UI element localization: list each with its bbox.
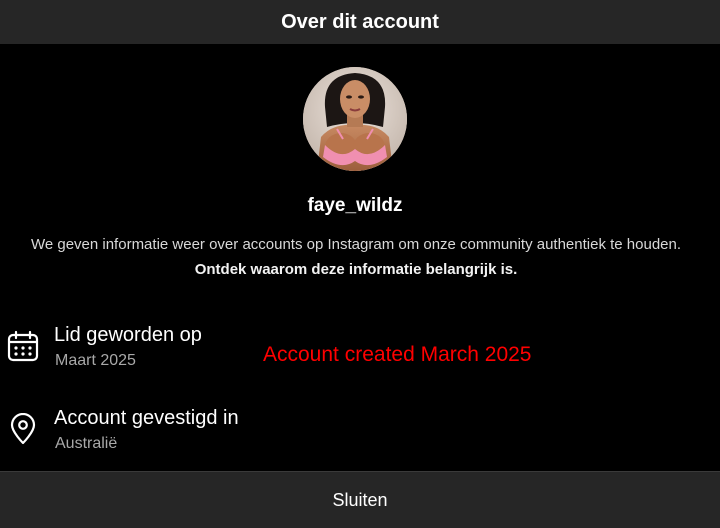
location-title: Account gevestigd in [54, 407, 239, 429]
location-value: Australië [55, 435, 118, 452]
info-text: We geven informatie weer over accounts o… [28, 232, 684, 282]
info-description: We geven informatie weer over accounts o… [30, 236, 682, 253]
close-button[interactable]: Sluiten [0, 471, 720, 528]
location-row: Account gevestigd in Australië [0, 405, 720, 465]
dialog-title: Over dit account [281, 10, 439, 33]
joined-title: Lid geworden op [54, 324, 202, 346]
location-pin-icon [7, 412, 39, 445]
username: faye_wildz [307, 195, 403, 216]
avatar [303, 67, 407, 171]
learn-more-link[interactable]: Ontdek waarom deze informatie belangrijk… [195, 261, 518, 278]
close-button-label: Sluiten [332, 490, 388, 510]
dialog-header: Over dit account [0, 0, 720, 44]
about-account-dialog: Over dit account faye_wildz We geven inf… [0, 0, 720, 528]
annotation-text: Account created March 2025 [263, 343, 532, 366]
calendar-icon [7, 330, 39, 362]
joined-value: Maart 2025 [55, 352, 136, 369]
